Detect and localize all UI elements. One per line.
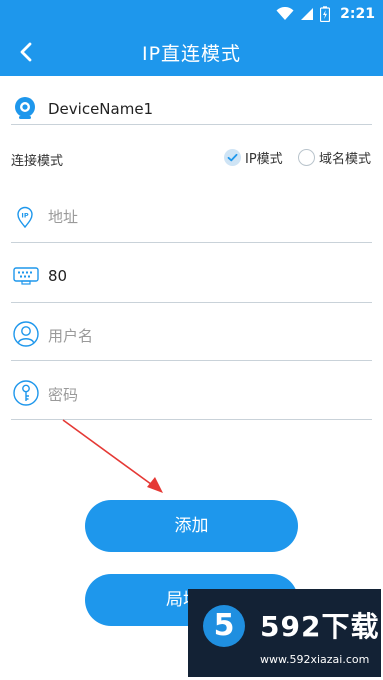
domain-mode-radio[interactable]: 域名模式: [298, 148, 371, 167]
connection-mode-row: 连接模式 IP模式 域名模式: [11, 148, 372, 169]
status-icons: 2:21: [276, 4, 375, 24]
username-field[interactable]: 用户名: [11, 314, 372, 361]
username-placeholder: 用户名: [48, 327, 94, 345]
radio-checked-icon: [224, 149, 241, 166]
location-ip-icon: IP: [17, 206, 33, 229]
device-name-field[interactable]: DeviceName1: [11, 92, 372, 125]
domain-mode-label: 域名模式: [319, 152, 372, 167]
port-field[interactable]: 80: [11, 256, 372, 303]
watermark: 5 592下载 www.592xiazai.com: [188, 589, 381, 677]
radio-unchecked-icon: [298, 149, 315, 166]
signal-icon: [301, 8, 314, 20]
key-icon: [13, 380, 39, 406]
battery-charging-icon: [320, 6, 331, 22]
watermark-url: www.592xiazai.com: [260, 653, 370, 666]
connection-mode-label: 连接模式: [11, 154, 64, 169]
port-icon: [13, 267, 39, 285]
user-icon: [13, 321, 39, 347]
annotation-arrow-icon: [62, 419, 163, 493]
password-field[interactable]: 密码: [11, 373, 372, 420]
wifi-icon: [276, 7, 294, 20]
device-name-value: DeviceName1: [48, 100, 154, 118]
app-bar: IP直连模式: [0, 28, 383, 76]
page-title: IP直连模式: [141, 43, 242, 65]
add-button[interactable]: 添加: [85, 500, 298, 552]
password-placeholder: 密码: [48, 386, 79, 404]
watermark-logo: 5: [203, 605, 245, 647]
watermark-brand: 592下载: [260, 610, 380, 643]
svg-text:IP: IP: [21, 212, 28, 220]
ip-mode-label: IP模式: [245, 152, 283, 167]
port-value: 80: [48, 267, 68, 285]
address-field[interactable]: IP 地址: [11, 196, 372, 243]
status-time: 2:21: [340, 6, 375, 22]
address-placeholder: 地址: [48, 208, 79, 226]
status-bar: 2:21: [0, 0, 383, 28]
camera-icon: [15, 97, 35, 119]
ip-mode-radio[interactable]: IP模式: [224, 148, 283, 167]
